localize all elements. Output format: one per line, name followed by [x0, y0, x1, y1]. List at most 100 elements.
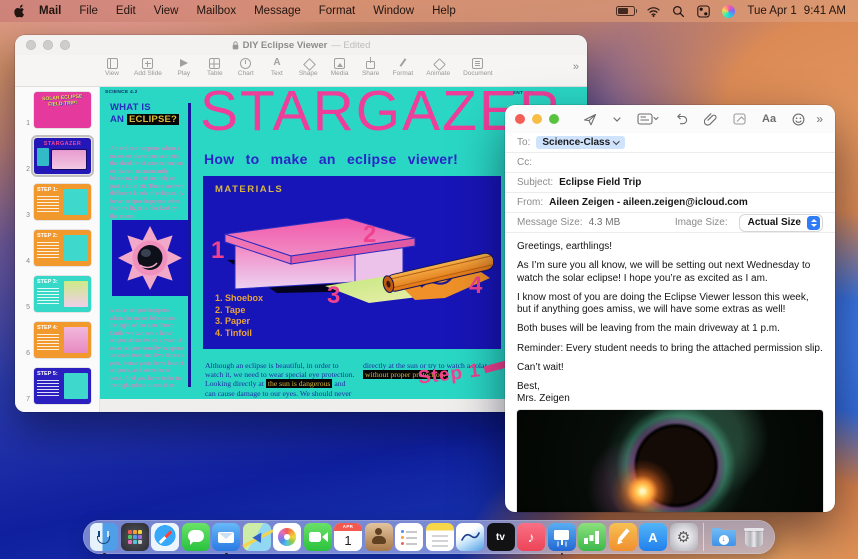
text-button[interactable]: Text [268, 58, 286, 77]
dock-reminders[interactable] [395, 523, 423, 551]
menu-file[interactable]: File [70, 0, 107, 22]
from-field[interactable]: From: Aileen Zeigen - aileen.zeigen@iclo… [505, 193, 835, 213]
control-center-icon[interactable] [697, 5, 710, 18]
menu-mail[interactable]: Mail [30, 0, 70, 22]
menu-bar: Mail File Edit View Mailbox Message Form… [0, 0, 858, 22]
dock-calendar[interactable]: APR 1 [334, 523, 362, 551]
to-field[interactable]: To: Science-Class [505, 133, 835, 153]
slide-thumbnail-3[interactable]: STEP 1: [34, 184, 91, 220]
body-paragraph: Both buses will be leaving from the main… [517, 323, 823, 336]
header-fields-button[interactable] [629, 109, 667, 129]
message-body[interactable]: Greetings, earthlings! As I’m sure you a… [505, 233, 835, 512]
document-button[interactable]: Document [463, 58, 493, 77]
close-button[interactable] [515, 114, 525, 124]
dock-photos[interactable] [273, 523, 301, 551]
toolbar-overflow-button[interactable]: » [573, 58, 579, 76]
siri-icon[interactable] [722, 5, 735, 18]
send-button[interactable] [575, 109, 605, 129]
subject-value: Eclipse Field Trip [559, 177, 641, 188]
menu-window[interactable]: Window [364, 0, 423, 22]
media-button[interactable]: Media [331, 58, 349, 77]
battery-icon[interactable] [616, 6, 635, 16]
dock-safari[interactable] [151, 523, 179, 551]
dock-freeform[interactable] [456, 523, 484, 551]
dock-mail[interactable] [212, 523, 240, 551]
zoom-button[interactable] [549, 114, 559, 124]
dock-downloads[interactable]: ↓ [710, 523, 738, 551]
dock-pages[interactable] [609, 523, 637, 551]
eclipse-photo-attachment[interactable] [517, 410, 823, 512]
shape-button[interactable]: Shape [299, 58, 318, 77]
wifi-icon[interactable] [647, 5, 660, 18]
menu-edit[interactable]: Edit [107, 0, 145, 22]
minimize-button[interactable] [43, 40, 53, 50]
search-icon[interactable] [672, 5, 685, 18]
table-button[interactable]: Table [206, 58, 224, 77]
body-paragraph: Greetings, earthlings! [517, 241, 823, 254]
view-icon [107, 58, 118, 69]
dock-facetime[interactable] [304, 523, 332, 551]
share-icon [365, 58, 376, 69]
format-button[interactable]: Aa [754, 109, 784, 129]
play-icon [178, 58, 189, 69]
format-button[interactable]: Format [393, 58, 414, 77]
dock-messages[interactable] [182, 523, 210, 551]
dock-music[interactable]: ♪ [517, 523, 545, 551]
cc-field[interactable]: Cc: [505, 153, 835, 173]
dock-trash[interactable] [740, 523, 768, 551]
menu-clock[interactable]: Tue Apr 1 9:41 AM [747, 5, 846, 17]
course-code-label: SCIENCE 4.2 [105, 90, 138, 95]
add-slide-button[interactable]: Add Slide [134, 58, 162, 77]
share-button[interactable]: Share [362, 58, 380, 77]
menu-mailbox[interactable]: Mailbox [187, 0, 245, 22]
slide-thumbnail-2-selected[interactable]: STARGAZER [34, 138, 91, 174]
slide-thumbnail-6[interactable]: STEP 4: [34, 322, 91, 358]
animate-button[interactable]: Animate [426, 58, 450, 77]
image-size-dropdown[interactable]: Actual Size [739, 214, 823, 232]
dock-finder[interactable] [90, 523, 118, 551]
slide-thumbnail-5[interactable]: STEP 3: [34, 276, 91, 312]
apple-logo-icon[interactable] [14, 4, 26, 18]
close-button[interactable] [26, 40, 36, 50]
menu-help[interactable]: Help [423, 0, 465, 22]
play-button[interactable]: Play [175, 58, 193, 77]
dock-notes[interactable] [426, 523, 454, 551]
slide-item-5: 5 STEP 3: [15, 276, 99, 312]
to-recipient-token[interactable]: Science-Class [536, 136, 624, 150]
dock-system-settings[interactable]: ⚙ [670, 523, 698, 551]
dock-maps[interactable] [243, 523, 271, 551]
dock-divider [703, 523, 704, 551]
menu-view[interactable]: View [145, 0, 188, 22]
dock-numbers[interactable] [578, 523, 606, 551]
body-paragraph: I know most of you are doing the Eclipse… [517, 292, 823, 317]
dock-app-store[interactable]: A [639, 523, 667, 551]
dock-launchpad[interactable] [121, 523, 149, 551]
minimize-button[interactable] [532, 114, 542, 124]
slide-thumbnail-1[interactable]: SOLAR ECLIPSE FIELD TRIP! [34, 92, 91, 128]
subject-field[interactable]: Subject: Eclipse Field Trip [505, 173, 835, 193]
running-indicator [103, 553, 106, 556]
emoji-button[interactable] [784, 109, 813, 129]
slide-thumbnail-4[interactable]: STEP 2: [34, 230, 91, 266]
media-icon [334, 58, 345, 69]
dock-contacts[interactable] [365, 523, 393, 551]
mail-toolbar[interactable]: Aa » [505, 105, 835, 133]
chart-button[interactable]: Chart [237, 58, 255, 77]
menu-format[interactable]: Format [310, 0, 364, 22]
attach-button[interactable] [696, 109, 725, 129]
send-options-chevron-icon[interactable] [605, 109, 629, 129]
zoom-button[interactable] [60, 40, 70, 50]
undo-button[interactable] [667, 109, 696, 129]
insert-content-button[interactable] [725, 109, 754, 129]
illus-number-4: 4 [469, 272, 483, 299]
keynote-titlebar[interactable]: DIY Eclipse Viewer — Edited [15, 35, 587, 55]
slide-thumbnail-7[interactable]: STEP 5: [34, 368, 91, 404]
slide-divider [188, 103, 191, 387]
document-title: DIY Eclipse Viewer [243, 40, 328, 51]
dock-keynote[interactable] [548, 523, 576, 551]
dock-tv[interactable]: tv [487, 523, 515, 551]
mail-toolbar-overflow-button[interactable]: » [816, 112, 825, 126]
menu-message[interactable]: Message [245, 0, 310, 22]
view-button[interactable]: View [103, 58, 121, 77]
keynote-window-title: DIY Eclipse Viewer — Edited [232, 40, 371, 51]
